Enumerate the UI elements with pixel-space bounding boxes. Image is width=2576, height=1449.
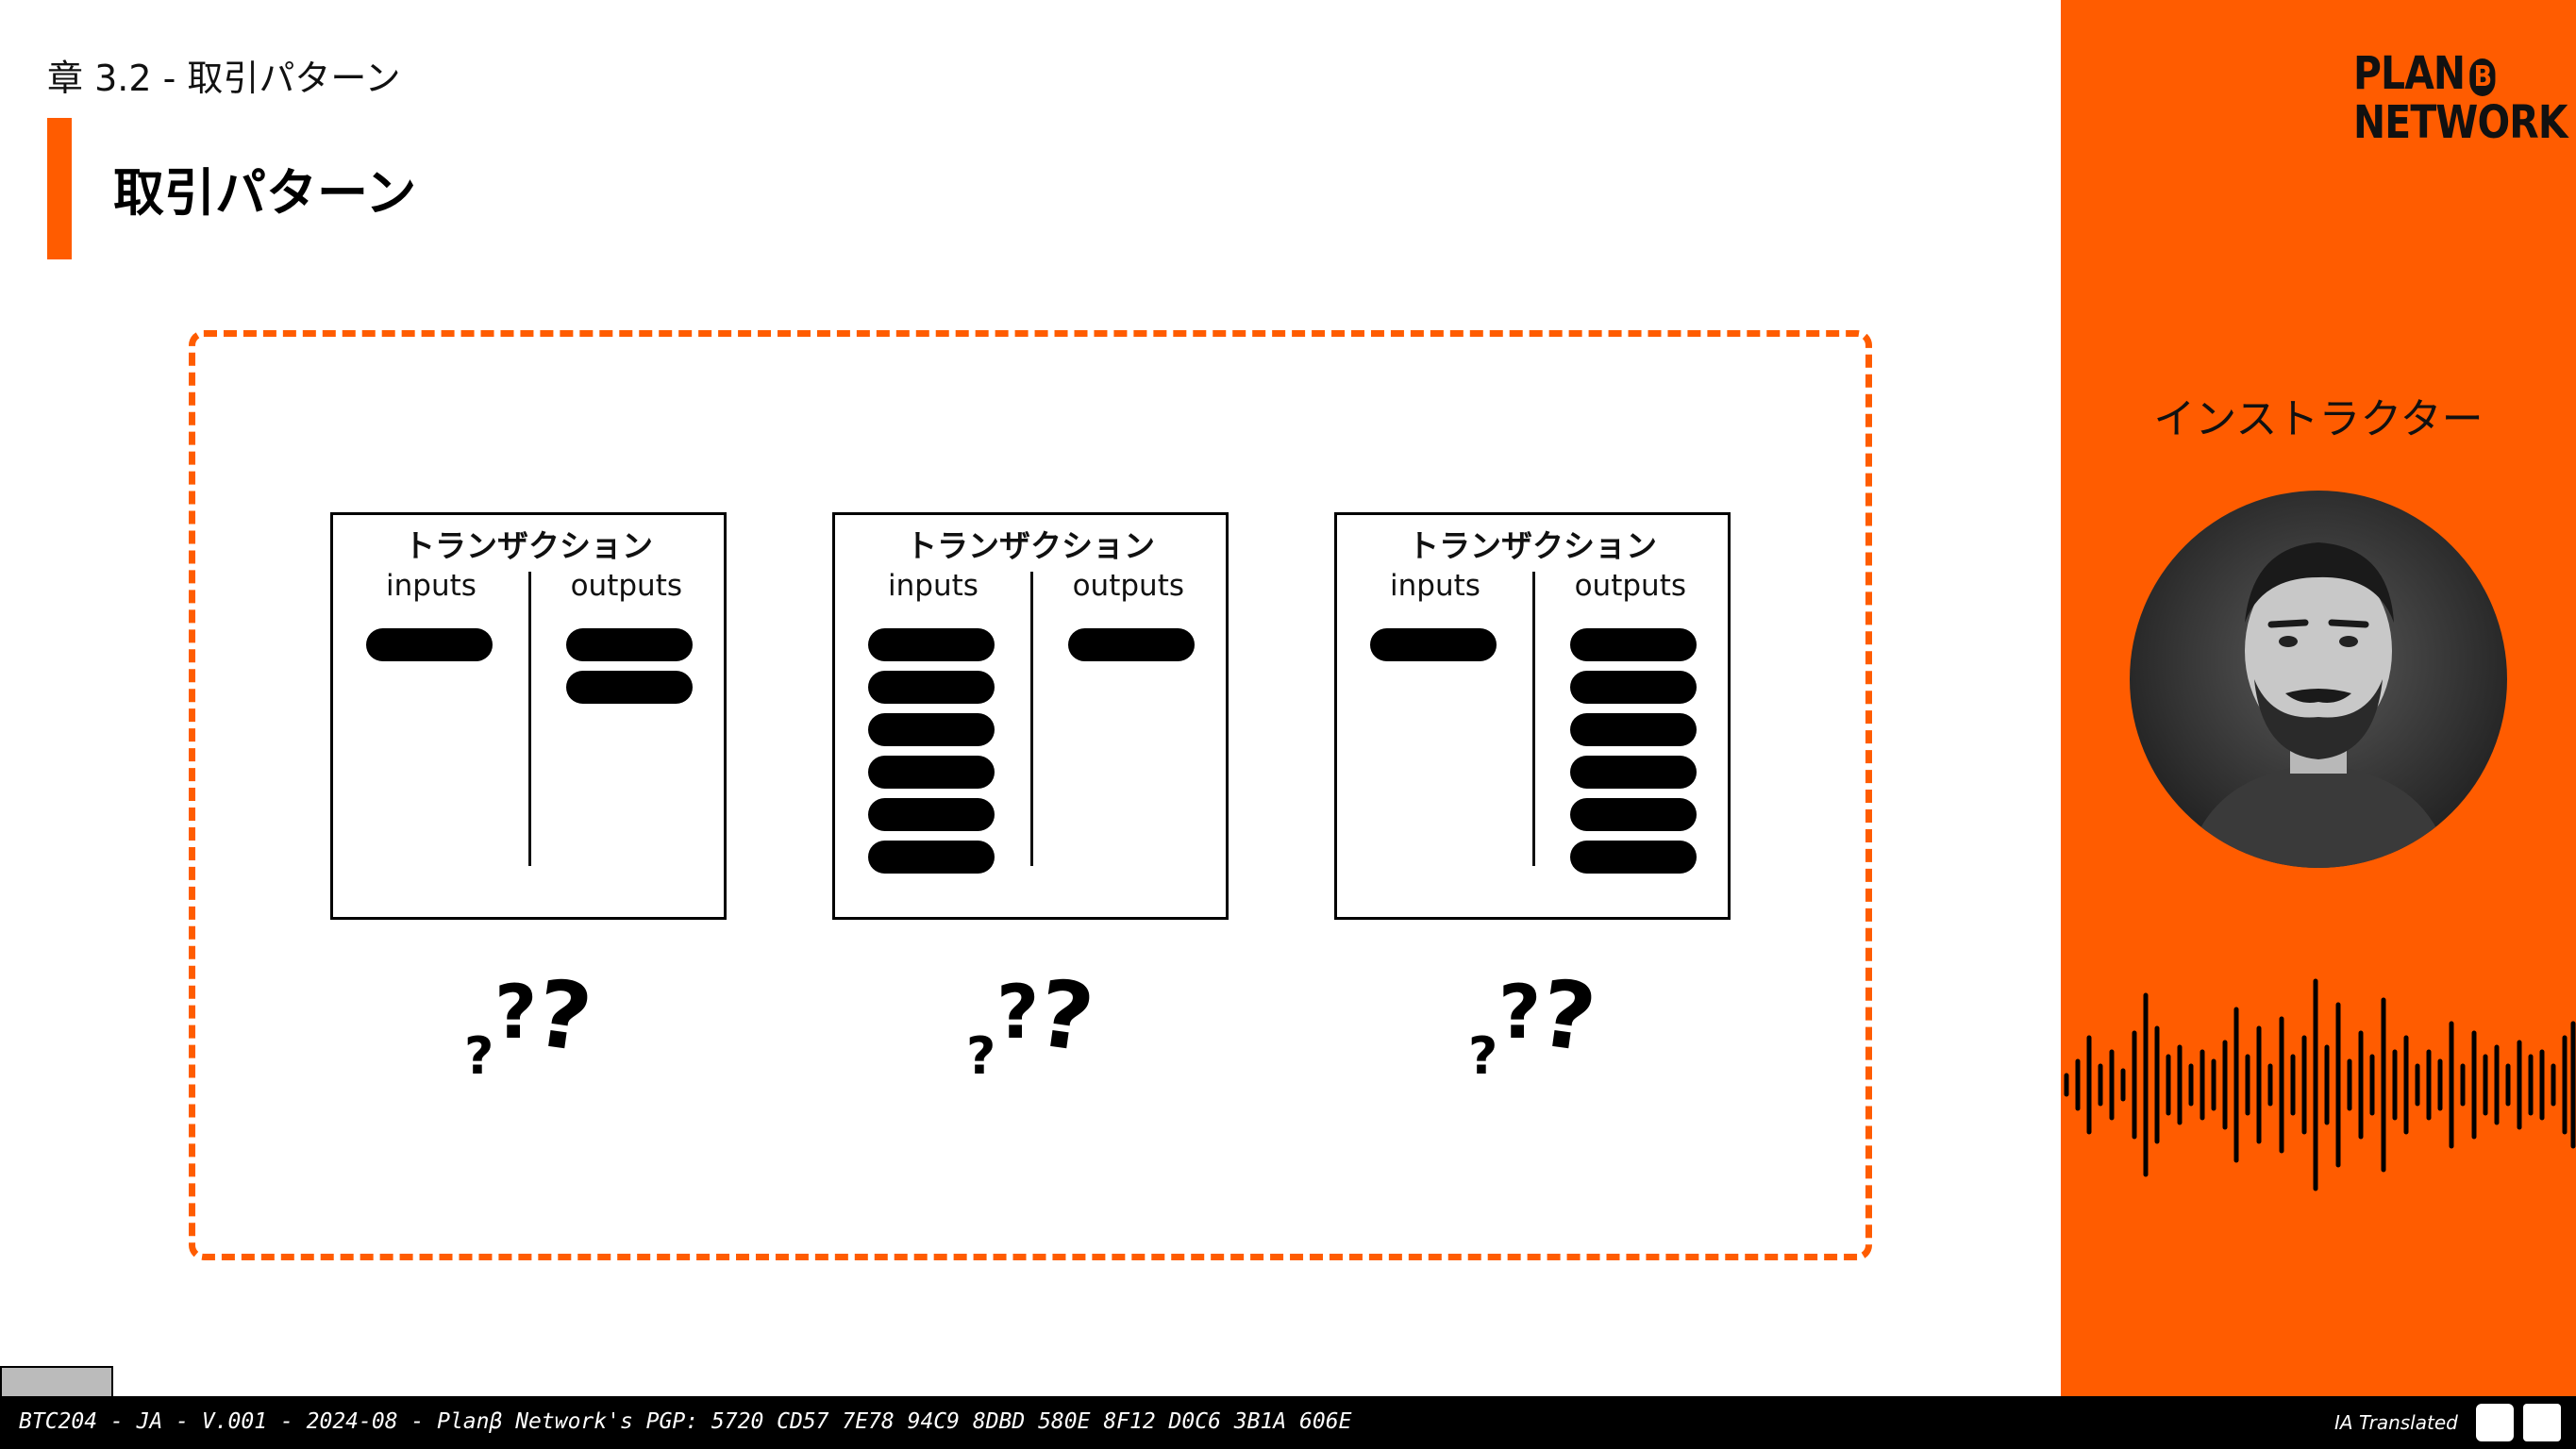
input-utxo xyxy=(868,798,995,831)
question-marks-icon: ? ? ? xyxy=(966,959,1099,1085)
outputs-label: outputs xyxy=(1574,569,1686,603)
question-marks-icon: ? ? ? xyxy=(1468,959,1601,1085)
cc-license-badge xyxy=(0,1366,113,1398)
logo-b-badge: B xyxy=(2469,58,2496,96)
partner-logo-icon xyxy=(2523,1404,2561,1441)
inputs-label: inputs xyxy=(386,569,477,603)
chapter-label: 章 3.2 - 取引パターン xyxy=(47,58,401,99)
input-utxo xyxy=(1370,628,1497,661)
instructor-avatar xyxy=(2130,491,2507,868)
svg-text:?: ? xyxy=(1468,1026,1497,1085)
planb-logo: PLAN B NETWORK xyxy=(2353,49,2568,147)
transaction-title: トランザクション xyxy=(1408,527,1657,564)
ia-translated-label: IA Translated xyxy=(2334,1411,2458,1434)
input-utxo xyxy=(868,841,995,874)
input-utxo xyxy=(366,628,493,661)
output-utxo xyxy=(1570,756,1697,789)
transaction-box-3: トランザクション inputs outputs xyxy=(1334,512,1731,920)
transaction-box-1: トランザクション inputs outputs xyxy=(330,512,727,920)
column-divider xyxy=(1532,572,1535,866)
input-utxo xyxy=(868,713,995,746)
input-utxo xyxy=(868,671,995,704)
input-utxo xyxy=(868,628,995,661)
logo-line-2: NETWORK xyxy=(2353,96,2568,149)
instructor-label: インストラクター xyxy=(2153,395,2484,443)
outputs-label: outputs xyxy=(570,569,682,603)
output-utxo xyxy=(566,628,693,661)
svg-text:?: ? xyxy=(1533,959,1601,1074)
svg-text:?: ? xyxy=(464,1026,493,1085)
inputs-label: inputs xyxy=(1390,569,1480,603)
ai-logo-icon xyxy=(2476,1404,2514,1441)
footer-version-text: BTC204 - JA - V.001 - 2024-08 - Planβ Ne… xyxy=(19,1409,1352,1434)
output-utxo xyxy=(566,671,693,704)
svg-text:?: ? xyxy=(494,971,537,1056)
logo-line-1: PLAN xyxy=(2353,47,2466,100)
title-accent-bar xyxy=(47,118,72,259)
input-utxo xyxy=(868,756,995,789)
slide-title: 取引パターン xyxy=(113,163,417,223)
svg-text:?: ? xyxy=(1031,959,1099,1074)
svg-text:?: ? xyxy=(529,959,597,1074)
output-utxo xyxy=(1570,628,1697,661)
audio-waveform xyxy=(2064,978,2576,1191)
transaction-title: トランザクション xyxy=(404,527,653,564)
output-utxo xyxy=(1570,841,1697,874)
output-utxo xyxy=(1570,713,1697,746)
column-divider xyxy=(528,572,531,866)
output-utxo xyxy=(1570,798,1697,831)
transaction-box-2: トランザクション inputs outputs xyxy=(832,512,1229,920)
svg-text:?: ? xyxy=(996,971,1039,1056)
inputs-label: inputs xyxy=(888,569,979,603)
footer-bar: BTC204 - JA - V.001 - 2024-08 - Planβ Ne… xyxy=(0,1396,2576,1449)
output-utxo xyxy=(1570,671,1697,704)
svg-text:?: ? xyxy=(966,1026,995,1085)
transaction-title: トランザクション xyxy=(906,527,1155,564)
outputs-label: outputs xyxy=(1072,569,1184,603)
svg-text:?: ? xyxy=(1498,971,1541,1056)
output-utxo xyxy=(1068,628,1195,661)
question-marks-icon: ? ? ? xyxy=(464,959,597,1085)
instructor-sidebar: PLAN B NETWORK インストラクター xyxy=(2061,0,2576,1396)
column-divider xyxy=(1030,572,1033,866)
